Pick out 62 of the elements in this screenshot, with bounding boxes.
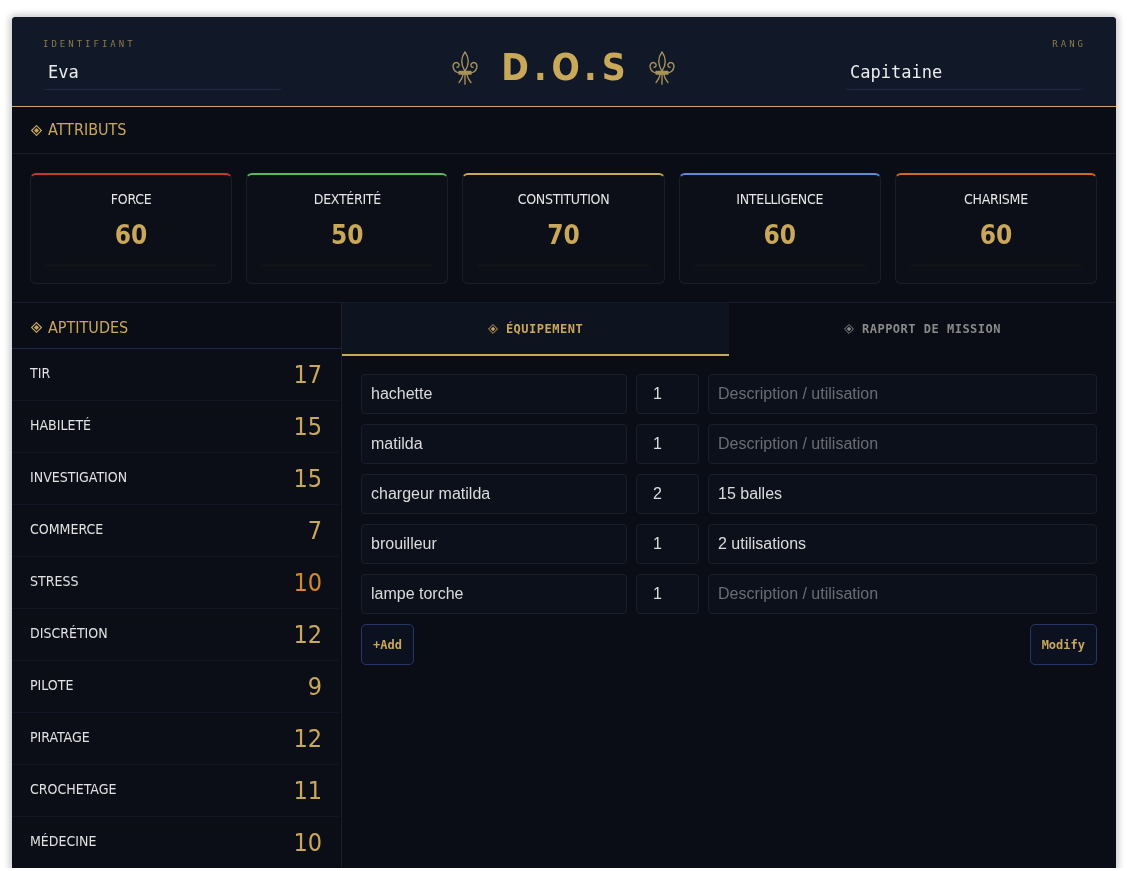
quantity-field[interactable]: 1: [636, 524, 699, 564]
skill-value: 12: [293, 724, 322, 753]
skill-value: 10: [293, 828, 322, 857]
fleur-de-lis-icon: [647, 51, 676, 85]
skill-name: COMMERCE: [30, 521, 104, 537]
quantity-field[interactable]: 1: [636, 374, 699, 414]
quantity-field[interactable]: 2: [636, 474, 699, 514]
description-field[interactable]: 15 balles: [708, 474, 1097, 514]
skill-name: STRESS: [30, 573, 79, 589]
add-button[interactable]: +Add: [361, 624, 414, 665]
skill-name: PIRATAGE: [30, 729, 90, 745]
tab[interactable]: ÉQUIPEMENT: [342, 303, 729, 356]
item-name-field[interactable]: lampe torche: [361, 574, 627, 614]
skill-value: 12: [293, 620, 322, 649]
attribute-value: 50: [331, 219, 364, 251]
text-field[interactable]: Eva: [43, 54, 282, 90]
skill-name: TIR: [30, 365, 51, 381]
quantity-field[interactable]: 1: [636, 574, 699, 614]
app-title: D.O.S: [501, 46, 631, 90]
skill-value: 10: [293, 568, 322, 597]
item-name-field[interactable]: hachette: [361, 374, 627, 414]
attribute-value: 60: [763, 219, 796, 251]
section-title: ATTRIBUTS: [48, 120, 127, 140]
diamond-icon: [843, 323, 854, 334]
diamond-icon: [487, 323, 498, 334]
attribute-name: CHARISME: [964, 190, 1028, 208]
description-field[interactable]: Description / utilisation: [708, 574, 1097, 614]
attribute-name: DEXTÉRITÉ: [313, 190, 381, 208]
text-field[interactable]: Capitaine: [845, 54, 1084, 90]
item-name-field[interactable]: matilda: [361, 424, 627, 464]
skill-value: 11: [293, 776, 322, 805]
diamond-icon: [31, 322, 42, 333]
attribute-value: 60: [979, 219, 1013, 251]
field-label: RANG: [1052, 39, 1086, 50]
attribute-name: CONSTITUTION: [517, 190, 610, 208]
skill-name: INVESTIGATION: [30, 469, 128, 485]
item-name-field[interactable]: chargeur matilda: [361, 474, 627, 514]
item-name-field[interactable]: brouilleur: [361, 524, 627, 564]
quantity-field[interactable]: 1: [636, 424, 699, 464]
diamond-icon: [31, 124, 42, 136]
skill-value: 15: [293, 412, 322, 441]
attribute-value: 60: [114, 219, 148, 251]
attribute-value: 70: [547, 219, 580, 251]
tab[interactable]: RAPPORT DE MISSION: [729, 303, 1116, 356]
field-label: IDENTIFIANT: [43, 39, 137, 50]
skill-name: MÉDECINE: [30, 833, 97, 849]
section-title: APTITUDES: [48, 317, 129, 338]
skill-value: 9: [307, 672, 322, 701]
description-field[interactable]: Description / utilisation: [708, 424, 1097, 464]
fleur-de-lis-icon: [451, 51, 480, 85]
skill-name: CROCHETAGE: [30, 781, 117, 797]
skill-value: 17: [293, 360, 322, 389]
skill-name: HABILETÉ: [30, 417, 92, 433]
attribute-name: INTELLIGENCE: [736, 190, 824, 208]
attribute-name: FORCE: [110, 190, 152, 208]
modify-button[interactable]: Modify: [1029, 624, 1097, 665]
skill-name: PILOTE: [30, 677, 74, 693]
description-field[interactable]: Description / utilisation: [708, 374, 1097, 414]
skill-name: DISCRÉTION: [30, 625, 108, 641]
skill-value: 15: [293, 464, 322, 493]
skill-value: 7: [307, 516, 322, 545]
description-field[interactable]: 2 utilisations: [708, 524, 1097, 564]
